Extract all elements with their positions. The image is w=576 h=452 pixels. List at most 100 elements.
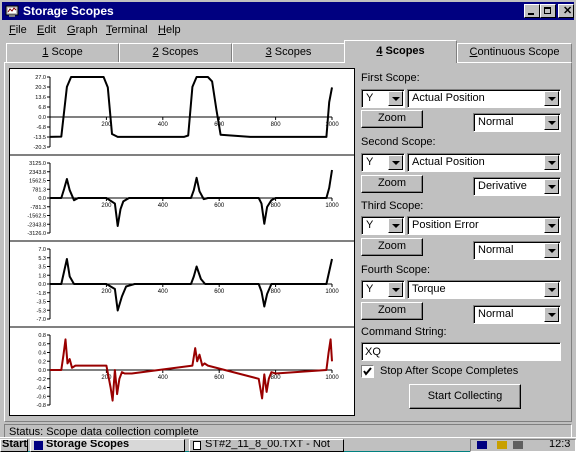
y-tick-label: -0.6 xyxy=(37,394,46,400)
tab-3-scopes-label: Scopes xyxy=(271,46,312,58)
third-scope-mode-value: Normal xyxy=(478,244,514,256)
menu-terminal-label: erminal xyxy=(111,24,148,36)
fourth-scope-source-value: Torque xyxy=(412,283,446,295)
chevron-down-icon[interactable] xyxy=(388,155,403,170)
chevron-down-icon[interactable] xyxy=(544,243,559,258)
first-scope-mode-select[interactable]: Normal xyxy=(473,113,561,132)
stop-after-label: Stop After Scope Completes xyxy=(380,365,519,377)
first-scope-axis-value: Y xyxy=(366,92,374,104)
start-label: Start xyxy=(2,439,28,450)
app-icon xyxy=(5,5,19,17)
x-tick-label: 400 xyxy=(158,375,169,381)
tab-4-scopes[interactable]: 4 Scopes xyxy=(344,40,457,63)
menu-help[interactable]: Help xyxy=(158,24,181,36)
y-tick-label: -2343.8 xyxy=(27,222,46,228)
fourth-scope-source-select[interactable]: Torque xyxy=(407,280,561,299)
chevron-down-icon[interactable] xyxy=(544,115,559,130)
taskbar: Start Storage Scopes ST#2_11_8_00.TXT - … xyxy=(0,437,576,452)
fourth-scope-mode-select[interactable]: Normal xyxy=(473,305,561,324)
chevron-down-icon[interactable] xyxy=(388,282,403,297)
maximize-button[interactable] xyxy=(540,4,556,18)
chevron-down-icon[interactable] xyxy=(544,155,559,170)
menu-file[interactable]: File xyxy=(9,24,27,36)
first-scope-source-select[interactable]: Actual Position xyxy=(407,89,561,108)
y-tick-label: 13.6 xyxy=(35,95,46,101)
command-string-value: XQ xyxy=(365,346,381,358)
fourth-scope-axis-select[interactable]: Y xyxy=(361,280,405,299)
third-scope-zoom-button[interactable]: Zoom xyxy=(361,238,423,256)
taskbar-item-storage-scopes[interactable]: Storage Scopes xyxy=(30,439,185,452)
tab-continuous-scope[interactable]: Continuous Scope xyxy=(457,43,572,62)
third-scope-mode-select[interactable]: Normal xyxy=(473,241,561,260)
fourth-scope-zoom-button[interactable]: Zoom xyxy=(361,302,423,320)
first-scope-mode-value: Normal xyxy=(478,116,514,128)
y-tick-label: 1562.5 xyxy=(29,179,46,185)
y-tick-label: -1562.5 xyxy=(27,214,46,220)
y-tick-label: 27.0 xyxy=(35,75,46,81)
second-scope-zoom-button[interactable]: Zoom xyxy=(361,175,423,193)
menu-terminal[interactable]: Terminal xyxy=(106,24,148,36)
first-scope-zoom-button[interactable]: Zoom xyxy=(361,110,423,128)
second-scope-source-select[interactable]: Actual Position xyxy=(407,153,561,172)
notepad-icon xyxy=(193,441,201,450)
y-tick-label: 0.0 xyxy=(38,282,46,288)
chevron-down-icon[interactable] xyxy=(544,179,559,194)
x-tick-label: 200 xyxy=(101,203,112,209)
check-icon xyxy=(363,367,372,376)
tab-continuous-scope-mnemonic: C xyxy=(469,46,478,58)
menu-edit[interactable]: Edit xyxy=(37,24,56,36)
title-bar[interactable]: Storage Scopes ✕ xyxy=(2,2,574,20)
menu-graph[interactable]: Graph xyxy=(67,24,98,36)
x-tick-label: 800 xyxy=(271,122,282,128)
y-tick-label: -13.5 xyxy=(33,135,46,141)
y-tick-label: -3126.0 xyxy=(27,231,46,237)
second-scope-source-value: Actual Position xyxy=(412,156,485,168)
x-tick-label: 400 xyxy=(158,122,169,128)
y-tick-label: 5.3 xyxy=(38,256,46,262)
third-scope-axis-select[interactable]: Y xyxy=(361,216,405,235)
tray-speaker-icon[interactable] xyxy=(513,441,523,449)
tray-folder-icon[interactable] xyxy=(497,441,507,449)
x-tick-label: 800 xyxy=(271,289,282,295)
chevron-down-icon[interactable] xyxy=(544,91,559,106)
y-tick-label: 0.2 xyxy=(38,359,46,365)
chevron-down-icon[interactable] xyxy=(544,307,559,322)
command-string-input[interactable]: XQ xyxy=(361,342,561,361)
x-tick-label: 1000 xyxy=(325,289,339,295)
menu-graph-mnemonic: G xyxy=(67,24,76,36)
first-scope-axis-select[interactable]: Y xyxy=(361,89,405,108)
y-tick-label: 6.8 xyxy=(38,105,46,111)
y-tick-label: 3.5 xyxy=(38,265,46,271)
third-scope-source-select[interactable]: Position Error xyxy=(407,216,561,235)
chevron-down-icon[interactable] xyxy=(388,91,403,106)
chevron-down-icon[interactable] xyxy=(544,218,559,233)
chevron-down-icon[interactable] xyxy=(388,218,403,233)
second-scope-mode-select[interactable]: Derivative xyxy=(473,177,561,196)
stop-after-checkbox[interactable]: Stop After Scope Completes xyxy=(361,364,561,380)
third-scope-source-value: Position Error xyxy=(412,219,479,231)
second-scope-axis-select[interactable]: Y xyxy=(361,153,405,172)
tab-2-scopes[interactable]: 2 Scopes xyxy=(119,43,232,62)
start-collecting-button[interactable]: Start Collecting xyxy=(409,384,521,409)
close-button[interactable]: ✕ xyxy=(558,4,574,18)
menu-file-mnemonic: F xyxy=(9,24,16,36)
system-tray: 12:3 xyxy=(470,439,576,452)
checkbox-box[interactable] xyxy=(361,365,374,378)
first-scope-heading: First Scope: xyxy=(361,72,420,84)
scope-trace-3 xyxy=(50,258,333,312)
scope-trace-2 xyxy=(50,169,333,227)
chevron-down-icon[interactable] xyxy=(544,282,559,297)
taskbar-item-label: ST#2_11_8_00.TXT - Not xyxy=(205,439,330,450)
y-tick-label: -0.8 xyxy=(37,403,46,409)
tray-network-icon[interactable] xyxy=(477,441,487,449)
status-bar: Status: Scope data collection complete xyxy=(4,424,572,438)
y-tick-label: -781.3 xyxy=(30,205,46,211)
window-title: Storage Scopes xyxy=(23,4,114,18)
start-button[interactable]: Start xyxy=(0,439,28,452)
x-tick-label: 400 xyxy=(158,203,169,209)
tab-1-scope[interactable]: 1 Scope xyxy=(6,43,119,62)
taskbar-item-notepad[interactable]: ST#2_11_8_00.TXT - Not xyxy=(189,439,344,452)
taskbar-item-label: Storage Scopes xyxy=(46,439,130,450)
minimize-button[interactable] xyxy=(524,4,540,18)
tab-3-scopes[interactable]: 3 Scopes xyxy=(232,43,345,62)
